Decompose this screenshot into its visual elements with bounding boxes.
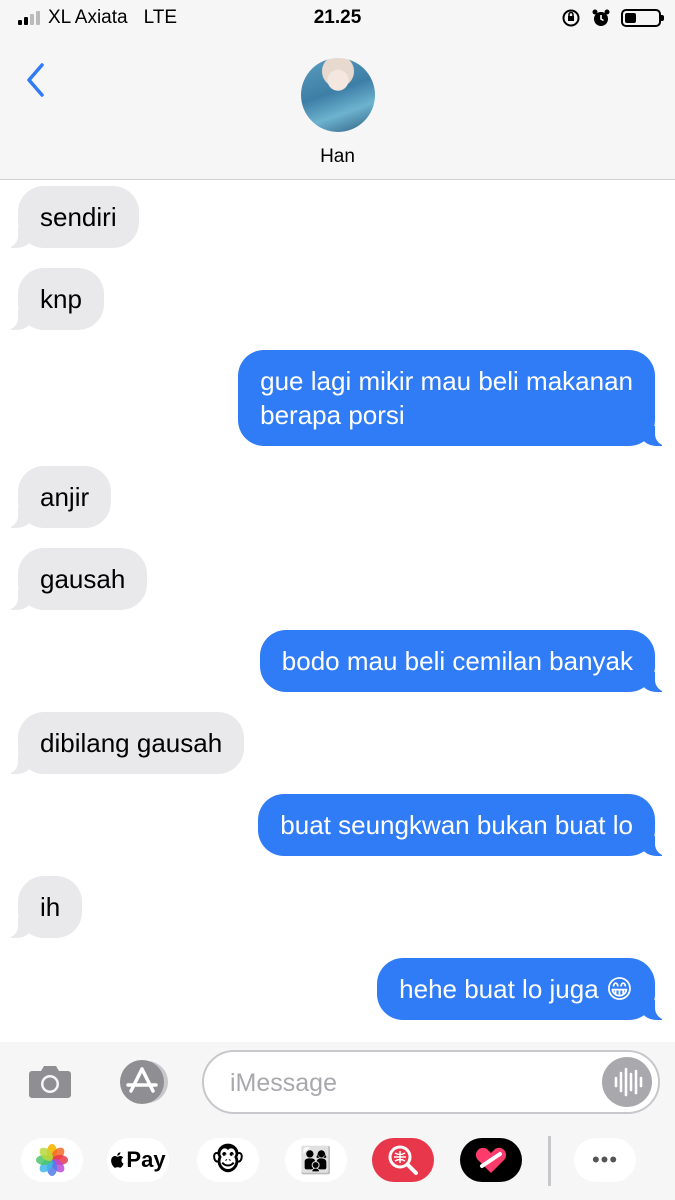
message-text: sendiri xyxy=(40,202,117,232)
message-composer xyxy=(0,1042,675,1122)
message-bubble-outgoing[interactable]: buat seungkwan bukan buat lo xyxy=(258,794,673,856)
message-bubble-incoming[interactable]: gausah xyxy=(0,548,148,610)
app-drawer: Pay 🐵 👨‍👩‍👦 ••• xyxy=(0,1122,675,1200)
message-text: hehe buat lo juga 😁 xyxy=(399,974,633,1004)
imessage-input-container xyxy=(202,1050,660,1114)
message-bubble-incoming[interactable]: ih xyxy=(0,876,83,938)
imessage-input[interactable] xyxy=(230,1064,590,1102)
image-search-icon xyxy=(388,1145,418,1175)
app-store-icon[interactable] xyxy=(114,1059,170,1105)
camera-icon[interactable] xyxy=(28,1063,72,1099)
waveform-glyph xyxy=(614,1067,643,1097)
animoji-button[interactable]: 🐵 xyxy=(197,1138,259,1182)
message-text: ih xyxy=(40,892,61,922)
message-text: gausah xyxy=(40,564,126,594)
orientation-lock-icon xyxy=(562,9,580,27)
contact-name[interactable]: Han xyxy=(0,146,675,168)
message-bubble-outgoing[interactable]: bodo mau beli cemilan banyak xyxy=(259,630,674,692)
image-search-button[interactable] xyxy=(372,1138,434,1182)
message-bubble-incoming[interactable]: knp xyxy=(0,268,104,330)
waveform-icon[interactable] xyxy=(602,1057,652,1107)
apple-logo-icon xyxy=(111,1152,124,1168)
digital-touch-icon xyxy=(475,1147,507,1173)
digital-touch-button[interactable] xyxy=(460,1138,522,1182)
drawer-divider xyxy=(548,1136,551,1186)
message-text: gue lagi mikir mau beli makanan berapa p… xyxy=(260,366,633,430)
message-thread[interactable]: sendiri knp gue lagi mikir mau beli maka… xyxy=(0,180,675,1042)
alarm-icon xyxy=(592,9,610,26)
message-text: dibilang gausah xyxy=(40,728,223,758)
message-bubble-incoming[interactable]: anjir xyxy=(0,466,112,528)
monkey-emoji-icon: 🐵 xyxy=(210,1143,246,1177)
status-icons xyxy=(561,8,664,28)
photos-app-button[interactable] xyxy=(21,1138,83,1182)
memoji-icon: 👨‍👩‍👦 xyxy=(299,1144,333,1175)
more-icon: ••• xyxy=(591,1147,619,1172)
conversation-header: Han xyxy=(0,36,675,180)
battery-icon xyxy=(621,9,664,27)
message-bubble-incoming[interactable]: sendiri xyxy=(0,186,139,248)
message-text: anjir xyxy=(40,482,90,512)
apple-pay-button[interactable]: Pay xyxy=(107,1138,169,1182)
battery-level xyxy=(625,13,637,23)
apple-pay-label: Pay xyxy=(126,1147,166,1172)
more-apps-button[interactable]: ••• xyxy=(574,1138,636,1182)
status-bar: XL Axiata LTE 21.25 xyxy=(0,0,675,36)
contact-avatar[interactable] xyxy=(301,58,375,132)
message-bubble-outgoing[interactable]: gue lagi mikir mau beli makanan berapa p… xyxy=(238,350,673,446)
photos-icon xyxy=(36,1144,68,1176)
memoji-button[interactable]: 👨‍👩‍👦 xyxy=(285,1138,347,1182)
message-text: bodo mau beli cemilan banyak xyxy=(281,646,633,676)
chevron-left-icon[interactable] xyxy=(22,60,52,100)
message-bubble-outgoing[interactable]: hehe buat lo juga 😁 xyxy=(377,958,673,1020)
message-bubble-incoming[interactable]: dibilang gausah xyxy=(0,712,245,774)
message-text: knp xyxy=(40,284,82,314)
message-text: buat seungkwan bukan buat lo xyxy=(280,810,633,840)
